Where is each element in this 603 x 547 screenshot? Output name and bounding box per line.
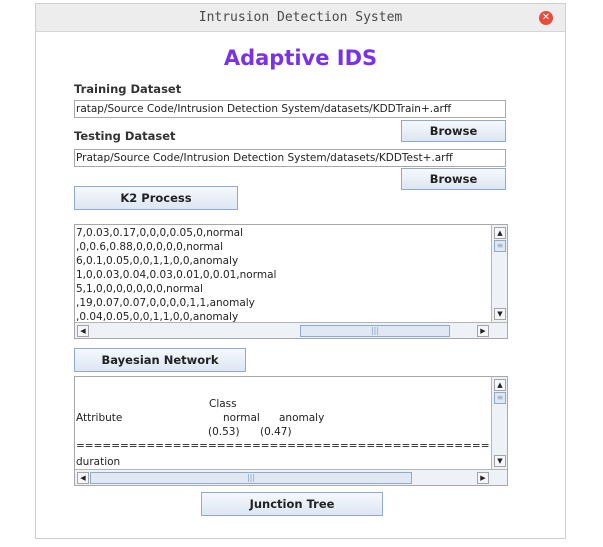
testing-browse-button[interactable]: Browse	[401, 168, 506, 190]
app-window: Intrusion Detection System ✕ Adaptive ID…	[35, 3, 566, 539]
right-arrow-icon[interactable]: ▶	[477, 472, 489, 484]
left-arrow-icon[interactable]: ◀	[77, 325, 89, 337]
testing-dataset-label: Testing Dataset	[74, 129, 176, 143]
down-arrow-icon[interactable]: ▼	[494, 308, 506, 320]
output-lines: 7,0.03,0.17,0,0,0,0.05,0,normal ,0,0.6,0…	[76, 226, 489, 322]
bayesian-textarea[interactable]: Class Attribute normal anomaly (0.53) (0…	[74, 376, 508, 486]
up-arrow-icon[interactable]: ▲	[494, 227, 506, 239]
training-dataset-field[interactable]: ratap/Source Code/Intrusion Detection Sy…	[74, 100, 506, 118]
scroll-thumb[interactable]: ≡	[494, 392, 506, 404]
scroll-thumb[interactable]: |||	[90, 472, 412, 484]
window-title: Intrusion Detection System	[198, 10, 403, 25]
attribute-label: Attribute	[76, 412, 123, 424]
k2-process-button[interactable]: K2 Process	[74, 186, 238, 210]
testing-dataset-field[interactable]: Pratap/Source Code/Intrusion Detection S…	[74, 149, 506, 167]
output-line: 7,0.03,0.17,0,0,0,0.05,0,normal	[76, 227, 244, 239]
output-line: ,19,0.07,0.07,0,0,0,0,1,1,anomaly	[76, 297, 255, 309]
class-header: Class	[209, 398, 237, 410]
scroll-thumb[interactable]: ≡	[494, 240, 506, 252]
separator-line: ========================================…	[76, 440, 489, 452]
close-icon[interactable]: ✕	[539, 11, 553, 25]
up-arrow-icon[interactable]: ▲	[494, 379, 506, 391]
attribute-row: duration	[76, 456, 121, 468]
junction-tree-button[interactable]: Junction Tree	[201, 492, 383, 516]
output-vertical-scrollbar[interactable]: ▲ ≡ ▼	[491, 225, 507, 322]
app-title: Adaptive IDS	[223, 46, 378, 70]
output-horizontal-scrollbar[interactable]: ◀ ||| ▶	[75, 322, 507, 338]
scroll-thumb[interactable]: |||	[300, 325, 450, 337]
down-arrow-icon[interactable]: ▼	[494, 455, 506, 467]
prob-normal: (0.53)	[208, 426, 240, 438]
output-textarea[interactable]: 7,0.03,0.17,0,0,0,0.05,0,normal ,0,0.6,0…	[74, 224, 508, 339]
bayesian-network-button[interactable]: Bayesian Network	[74, 348, 246, 372]
training-browse-button[interactable]: Browse	[401, 120, 506, 142]
training-dataset-label: Training Dataset	[74, 82, 182, 96]
left-arrow-icon[interactable]: ◀	[77, 472, 89, 484]
bayes-horizontal-scrollbar[interactable]: ◀ ||| ▶	[75, 469, 507, 485]
col-anomaly: anomaly	[279, 412, 325, 424]
output-line: 6,0.1,0.05,0,0,1,1,0,0,anomaly	[76, 255, 239, 267]
output-line: ,0.04,0.05,0,0,1,1,0,0,anomaly	[76, 311, 239, 322]
output-line: ,0,0.6,0.88,0,0,0,0,0,normal	[76, 241, 223, 253]
right-arrow-icon[interactable]: ▶	[477, 325, 489, 337]
output-line: 1,0,0.03,0.04,0.03,0.01,0,0.01,normal	[76, 269, 277, 281]
output-line: 5,1,0,0,0,0,0,0,0,normal	[76, 283, 203, 295]
prob-anomaly: (0.47)	[260, 426, 292, 438]
col-normal: normal	[223, 412, 260, 424]
title-bar: Intrusion Detection System ✕	[36, 4, 565, 32]
bayes-vertical-scrollbar[interactable]: ▲ ≡ ▼	[491, 377, 507, 469]
